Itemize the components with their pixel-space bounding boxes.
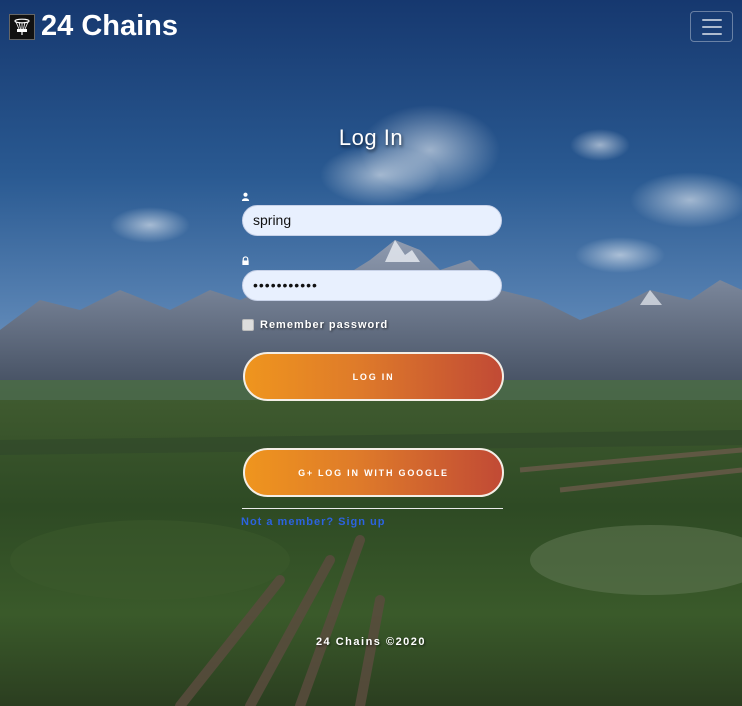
password-input[interactable]: ••••••••••• bbox=[242, 270, 502, 301]
remember-label: Remember password bbox=[260, 319, 389, 331]
google-plus-icon: G+ bbox=[298, 467, 314, 478]
footer-text: 24 Chains ©2020 bbox=[315, 636, 427, 648]
remember-checkbox[interactable] bbox=[242, 319, 254, 331]
navbar: 24 Chains bbox=[0, 0, 742, 56]
signup-link-container: Not a member? Sign up bbox=[241, 516, 385, 528]
hamburger-menu-icon[interactable] bbox=[690, 11, 733, 42]
username-input[interactable]: spring bbox=[242, 205, 502, 236]
user-icon bbox=[241, 192, 250, 201]
disc-golf-basket-icon bbox=[9, 13, 35, 40]
signup-link[interactable]: Not a member? Sign up bbox=[241, 516, 385, 528]
login-button[interactable]: LOG IN bbox=[243, 352, 504, 401]
brand-link[interactable]: 24 Chains bbox=[9, 12, 178, 41]
menu-bar bbox=[701, 18, 722, 21]
brand-name: 24 Chains bbox=[41, 10, 178, 42]
google-login-button[interactable]: G+ LOG IN WITH GOOGLE bbox=[243, 448, 504, 497]
page-title: Log In bbox=[338, 125, 404, 150]
divider bbox=[242, 508, 503, 509]
menu-bar bbox=[701, 25, 722, 28]
menu-bar bbox=[701, 32, 722, 35]
login-button-label: LOG IN bbox=[352, 371, 395, 382]
lock-icon bbox=[242, 256, 249, 265]
remember-password[interactable]: Remember password bbox=[242, 319, 388, 331]
google-login-label: LOG IN WITH GOOGLE bbox=[317, 467, 449, 478]
